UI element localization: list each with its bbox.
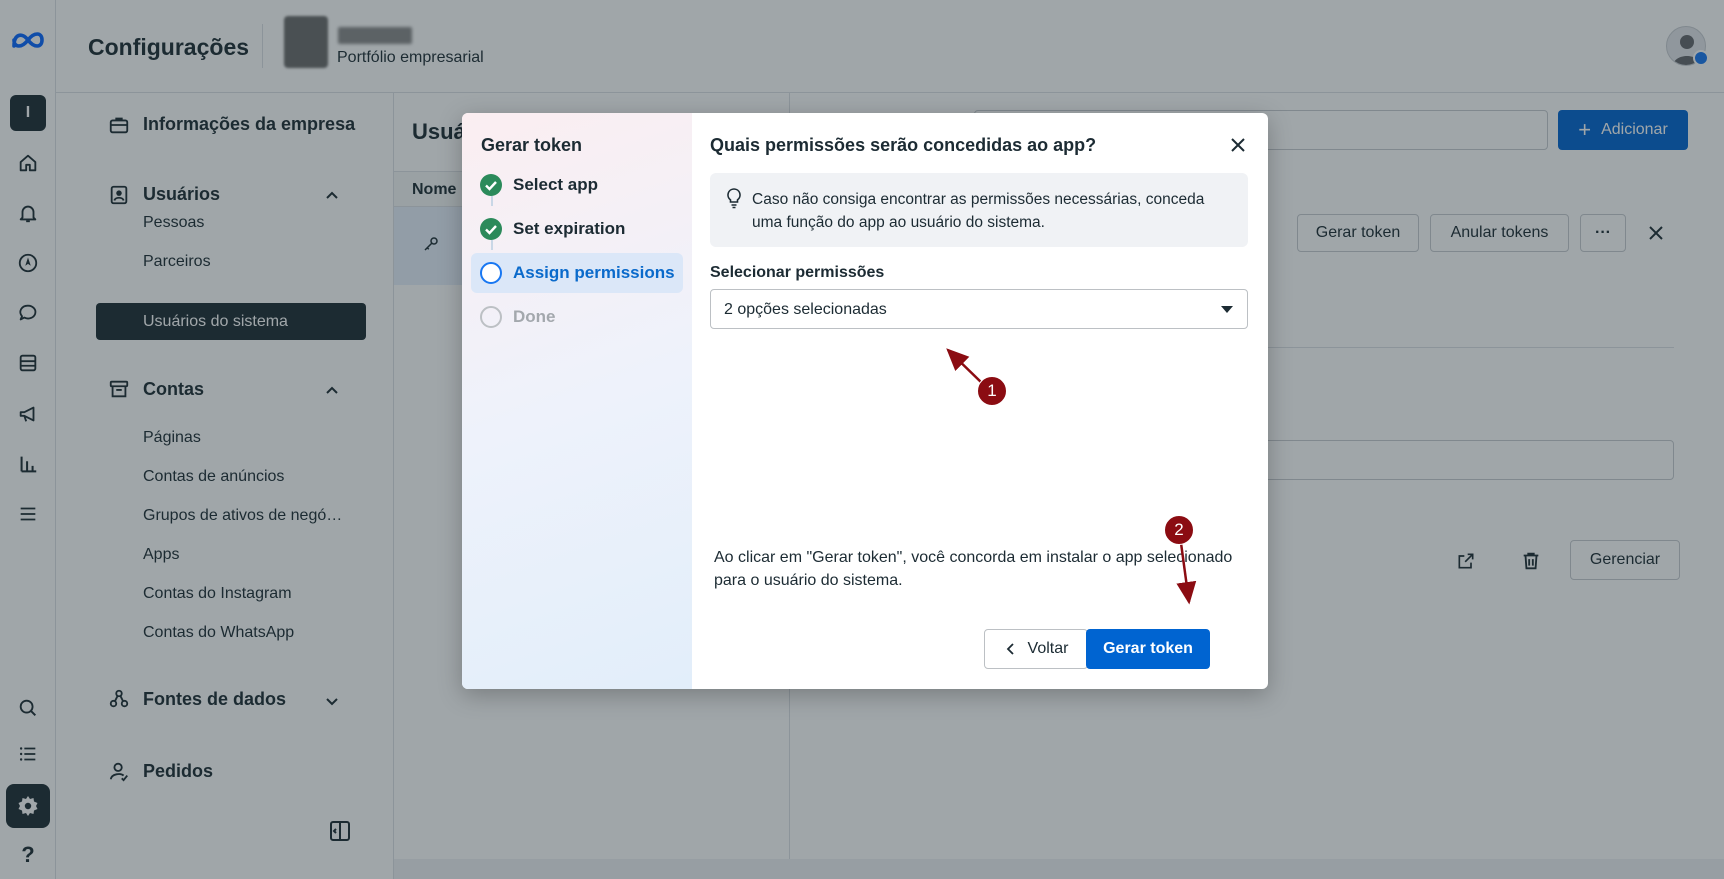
step-label: Assign permissions [513, 263, 675, 282]
step-label: Set expiration [513, 219, 626, 238]
permissions-select[interactable]: 2 opções selecionadas [710, 289, 1248, 329]
back-button[interactable]: Voltar [984, 629, 1088, 669]
generate-token-dialog: Gerar token Select app Set expiration As… [462, 113, 1268, 689]
step-set-expiration[interactable]: Set expiration [471, 209, 683, 249]
current-step-circle-icon [480, 262, 502, 284]
step-assign-permissions[interactable]: Assign permissions [471, 253, 683, 293]
step-label: Select app [513, 175, 599, 194]
dialog-title: Quais permissões serão concedidas ao app… [710, 135, 1097, 155]
annotation-badge-2: 2 [1164, 515, 1194, 545]
check-icon [480, 218, 502, 240]
step-done: Done [471, 297, 683, 337]
permissions-label: Selecionar permissões [710, 264, 885, 281]
step-select-app[interactable]: Select app [471, 165, 683, 205]
caret-down-icon [1221, 306, 1233, 313]
annotation-badge-1: 1 [977, 376, 1007, 406]
pending-step-circle-icon [480, 306, 502, 328]
info-banner: Caso não consiga encontrar as permissões… [710, 173, 1248, 247]
stepper-panel: Gerar token Select app Set expiration As… [462, 113, 692, 689]
check-icon [480, 174, 502, 196]
agreement-text: Ao clicar em "Gerar token", você concord… [714, 549, 1233, 589]
chevron-left-icon [1006, 643, 1014, 655]
lightbulb-icon [727, 188, 741, 209]
info-text: Caso não consiga encontrar as permissões… [752, 191, 1205, 231]
select-value: 2 opções selecionadas [724, 301, 887, 318]
close-icon[interactable] [1226, 133, 1250, 157]
step-label: Done [513, 307, 556, 326]
generate-token-button[interactable]: Gerar token [1086, 629, 1210, 669]
stepper-title: Gerar token [481, 135, 583, 155]
